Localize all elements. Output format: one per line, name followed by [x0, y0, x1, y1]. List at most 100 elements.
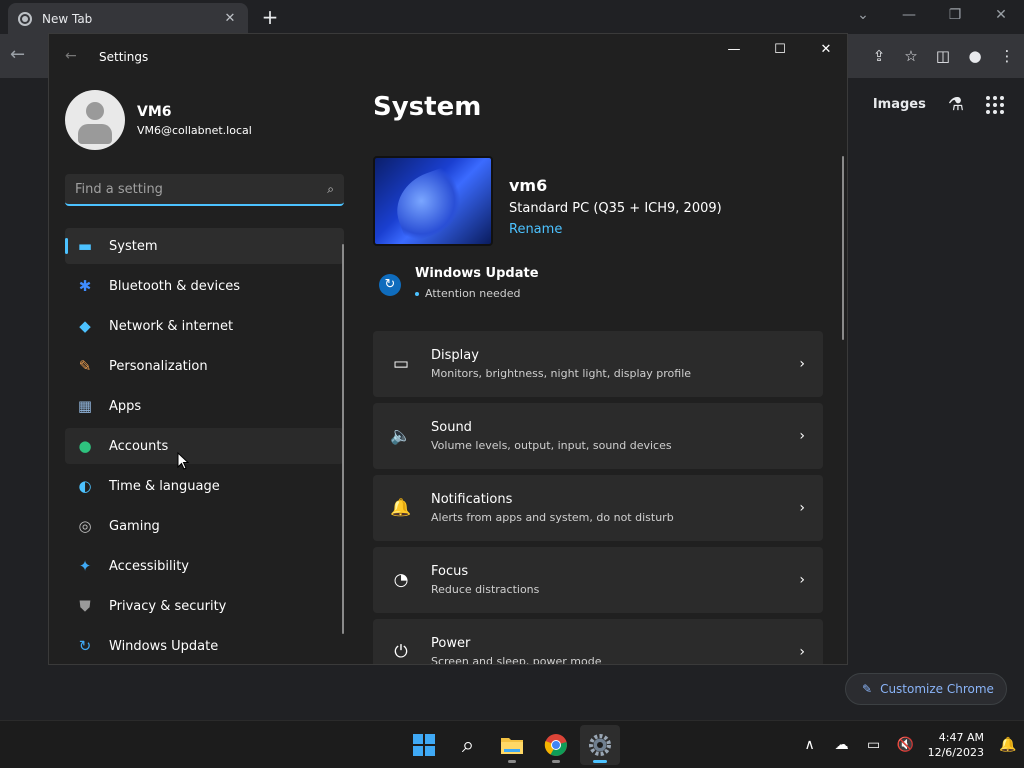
sidebar-item-gaming[interactable]: ◎ Gaming — [65, 508, 344, 544]
sidebar-item-label: Apps — [109, 398, 142, 414]
chrome-button[interactable] — [536, 725, 576, 765]
images-link[interactable]: Images — [873, 97, 926, 112]
volume-muted-icon[interactable]: 🔇 — [890, 737, 922, 753]
ntp-header-links: Images ⚗ — [873, 94, 1004, 115]
settings-card-sound[interactable]: 🔈 Sound Volume levels, output, input, soun… — [373, 403, 823, 469]
windows-update-status-text: Attention needed — [425, 287, 521, 300]
settings-back-icon[interactable]: ← — [65, 48, 77, 64]
sidebar-item-system[interactable]: ▬ System — [65, 228, 344, 264]
sidebar-item-apps[interactable]: ▦ Apps — [65, 388, 344, 424]
sidebar-item-label: Bluetooth & devices — [109, 278, 240, 294]
flask-icon[interactable]: ⚗ — [948, 94, 964, 115]
sidebar-item-icon: ◎ — [78, 517, 92, 535]
sidebar-item-icon: ✎ — [78, 357, 92, 375]
settings-window-controls: — ☐ ✕ — [711, 34, 847, 66]
sidebar-item-personalization[interactable]: ✎ Personalization — [65, 348, 344, 384]
sidebar-item-icon: ▦ — [77, 397, 93, 415]
settings-card-power[interactable]: ⏻ Power Screen and sleep, power mode › — [373, 619, 823, 664]
clock-date: 12/6/2023 — [927, 746, 984, 759]
taskbar-clock[interactable]: 4:47 AM 12/6/2023 — [928, 730, 984, 760]
taskbar-apps: ⌕ — [404, 725, 620, 765]
main-scrollbar[interactable] — [842, 156, 844, 340]
customize-chrome-button[interactable]: ✎ Customize Chrome — [845, 673, 1007, 705]
menu-icon[interactable]: ⋮ — [998, 44, 1016, 68]
chevron-right-icon: › — [799, 356, 805, 372]
system-tray: ∧ ☁ ▭ 🔇 4:47 AM 12/6/2023 🔔 — [794, 721, 1024, 768]
sidebar-item-accounts[interactable]: ● Accounts — [65, 428, 344, 464]
sidebar-item-label: Personalization — [109, 358, 208, 374]
card-description: Alerts from apps and system, do not dist… — [431, 511, 674, 524]
tab-new-tab[interactable]: New Tab ✕ — [8, 3, 248, 34]
start-button[interactable] — [404, 725, 444, 765]
rename-link[interactable]: Rename — [509, 222, 722, 237]
sidebar-item-label: Accounts — [109, 438, 169, 454]
windows-update-status[interactable]: ↻ Windows Update Attention needed — [379, 266, 539, 300]
close-button[interactable]: ✕ — [978, 0, 1024, 32]
show-hidden-icons-chevron-icon[interactable]: ∧ — [794, 737, 826, 753]
search-input[interactable] — [75, 181, 328, 197]
notifications-icon: 🔔 — [390, 498, 412, 518]
settings-taskbar-button[interactable] — [580, 725, 620, 765]
sidebar-item-network-internet[interactable]: ◆ Network & internet — [65, 308, 344, 344]
nav-scrollbar[interactable] — [342, 244, 344, 634]
file-explorer-button[interactable] — [492, 725, 532, 765]
sidebar-item-icon: ✦ — [78, 557, 92, 575]
restore-button[interactable]: ❐ — [932, 0, 978, 32]
settings-card-notifications[interactable]: 🔔 Notifications Alerts from apps and syste… — [373, 475, 823, 541]
sidebar-item-icon: ▬ — [77, 237, 93, 255]
focus-icon: ◔ — [393, 570, 409, 590]
windows-update-substatus: Attention needed — [415, 287, 539, 300]
minimize-button[interactable]: — — [886, 0, 932, 32]
settings-window-title: Settings — [99, 50, 149, 64]
network-display-icon[interactable]: ▭ — [858, 737, 890, 753]
share-icon[interactable]: ⇪ — [870, 44, 888, 68]
taskbar-search-button[interactable]: ⌕ — [448, 725, 488, 765]
sidebar-item-icon: ◆ — [79, 317, 91, 335]
settings-maximize-button[interactable]: ☐ — [757, 34, 803, 66]
settings-card-display[interactable]: ▭ Display Monitors, brightness, night ligh… — [373, 331, 823, 397]
find-setting-box: ⌕ — [65, 174, 344, 206]
chrome-icon — [544, 734, 567, 756]
windows-update-title: Windows Update — [415, 266, 539, 281]
sidebar-item-label: Time & language — [109, 478, 220, 494]
clock-time: 4:47 AM — [938, 731, 984, 744]
settings-minimize-button[interactable]: — — [711, 34, 757, 66]
windows-update-icon: ↻ — [379, 274, 401, 296]
sidebar-item-label: Privacy & security — [109, 598, 227, 614]
tab-close-icon[interactable]: ✕ — [222, 11, 238, 26]
settings-close-button[interactable]: ✕ — [803, 34, 847, 66]
chevron-right-icon: › — [799, 428, 805, 444]
folder-icon — [501, 738, 523, 754]
sidebar-item-privacy-security[interactable]: ⛊ Privacy & security — [65, 588, 344, 624]
search-icon: ⌕ — [461, 732, 475, 758]
tab-search-icon[interactable]: ⌄ — [840, 0, 886, 32]
back-arrow-icon[interactable]: ← — [10, 44, 25, 65]
sidebar-item-icon: ↻ — [78, 637, 92, 655]
system-settings-cards: ▭ Display Monitors, brightness, night ligh… — [373, 331, 823, 664]
settings-card-focus[interactable]: ◔ Focus Reduce distractions › — [373, 547, 823, 613]
user-profile[interactable]: VM6 VM6@collabnet.local — [65, 90, 252, 150]
new-tab-button[interactable]: + — [260, 5, 280, 29]
apps-grid-icon[interactable] — [986, 95, 1004, 114]
onedrive-cloud-icon[interactable]: ☁ — [826, 737, 858, 753]
sound-icon: 🔈 — [390, 426, 412, 446]
sidebar-item-accessibility[interactable]: ✦ Accessibility — [65, 548, 344, 584]
profile-icon[interactable]: ● — [966, 44, 984, 68]
desktop-wallpaper-thumbnail[interactable] — [373, 156, 493, 246]
mouse-cursor-icon — [177, 452, 189, 470]
power-icon: ⏻ — [394, 642, 408, 662]
sidebar-item-icon: ⛊ — [79, 597, 91, 615]
settings-nav: ▬ System ✱ Bluetooth & devices ◆ Network & in… — [65, 228, 344, 664]
chrome-tab-strip: New Tab ✕ + ⌄ — ❐ ✕ — [0, 0, 1024, 34]
search-icon[interactable]: ⌕ — [327, 182, 334, 197]
notification-bell-icon[interactable]: 🔔 — [992, 737, 1024, 753]
sidebar-item-windows-update[interactable]: ↻ Windows Update — [65, 628, 344, 664]
sidebar-item-time-language[interactable]: ◐ Time & language — [65, 468, 344, 504]
bookmark-star-icon[interactable]: ☆ — [902, 44, 920, 68]
gear-icon — [589, 734, 611, 756]
status-dot-icon — [415, 291, 419, 296]
page-title: System — [373, 92, 482, 122]
sidebar-item-bluetooth-devices[interactable]: ✱ Bluetooth & devices — [65, 268, 344, 304]
side-panel-icon[interactable]: ◫ — [934, 44, 952, 68]
sidebar-item-label: Gaming — [109, 518, 160, 534]
